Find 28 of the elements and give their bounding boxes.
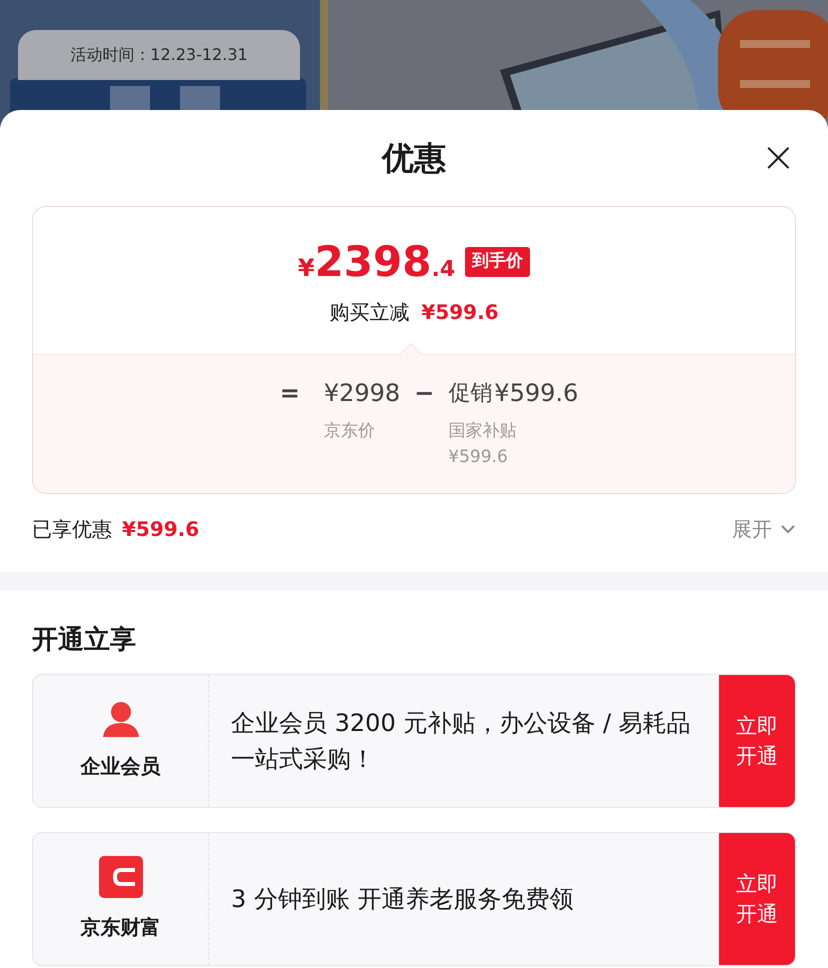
- savings-value: ¥599.6: [122, 516, 200, 543]
- chevron-icon: [780, 524, 796, 534]
- offer-name: 京东财富: [80, 914, 160, 941]
- offer-description: 企业会员 3200 元补贴，办公设备 / 易耗品一站式采购！: [231, 708, 692, 775]
- price-tag: 到手价: [465, 247, 530, 277]
- sheet-title: 优惠: [382, 138, 446, 179]
- savings-label: 已享优惠: [32, 516, 112, 543]
- equals-sign: =: [280, 378, 300, 409]
- final-price: ¥2398.4: [298, 241, 456, 283]
- event-time: 活动时间：12.23-12.31: [70, 44, 248, 66]
- expand-toggle[interactable]: 展开: [732, 514, 796, 544]
- offer-description: 3 分钟到账 开通养老服务免费领: [231, 884, 574, 915]
- section-title: 开通立享: [32, 624, 136, 657]
- subsidy-value: ¥599.6: [448, 446, 509, 468]
- activate-button[interactable]: 立即开通: [719, 675, 795, 807]
- subsidy-label: 国家补贴: [448, 420, 518, 443]
- person-icon: [100, 701, 140, 737]
- promo-value: ¥599.6: [494, 378, 578, 409]
- activate-button[interactable]: 立即开通: [719, 833, 795, 965]
- reduction-label: 购买立减: [329, 299, 410, 326]
- base-price: ¥2998: [324, 378, 400, 409]
- promo-label: 促销: [448, 380, 492, 408]
- close-button[interactable]: ×: [760, 136, 796, 178]
- base-price-label: 京东价: [324, 420, 376, 443]
- offer-name: 企业会员: [80, 753, 160, 780]
- wallet-icon: [98, 856, 142, 898]
- reduction-value: ¥599.6: [421, 299, 499, 326]
- minus-sign: −: [414, 378, 434, 409]
